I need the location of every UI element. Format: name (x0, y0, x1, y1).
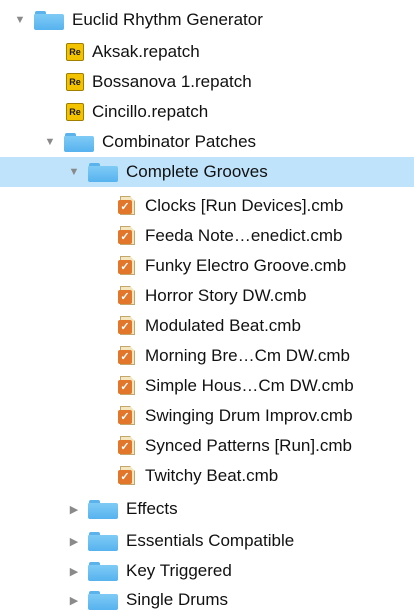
folder-icon (34, 10, 64, 30)
tree-row-label: Effects (126, 499, 178, 518)
reason-patch-icon: Re (66, 73, 84, 91)
tree-row-label: Cincillo.repatch (92, 102, 209, 121)
tree-row-label: Complete Grooves (126, 162, 268, 181)
tree-row-file[interactable]: Re Bossanova 1.repatch (0, 67, 414, 97)
file-browser-tree: ▼ Euclid Rhythm Generator Re Aksak.repat… (0, 0, 414, 610)
folder-icon (88, 531, 118, 551)
folder-icon (88, 561, 118, 581)
disclosure-triangle-icon[interactable]: ▼ (66, 164, 82, 180)
combinator-patch-icon: ✓ (118, 226, 136, 246)
combinator-patch-icon: ✓ (118, 406, 136, 426)
combinator-patch-icon: ✓ (118, 316, 136, 336)
tree-row-label: Morning Bre…Cm DW.cmb (145, 346, 350, 365)
folder-icon (88, 162, 118, 182)
tree-row-label: Horror Story DW.cmb (145, 286, 307, 305)
tree-row-file[interactable]: ✓ Morning Bre…Cm DW.cmb (0, 341, 414, 371)
combinator-patch-icon: ✓ (118, 286, 136, 306)
tree-row-file[interactable]: Re Cincillo.repatch (0, 97, 414, 127)
tree-row-file[interactable]: ✓ Synced Patterns [Run].cmb (0, 431, 414, 461)
tree-row-file[interactable]: ✓ Twitchy Beat.cmb (0, 461, 414, 491)
tree-row-file[interactable]: ✓ Clocks [Run Devices].cmb (0, 191, 414, 221)
tree-row-label: Feeda Note…enedict.cmb (145, 226, 343, 245)
disclosure-triangle-icon[interactable]: ▶ (66, 501, 82, 517)
tree-row-label: Clocks [Run Devices].cmb (145, 196, 344, 215)
disclosure-triangle-icon[interactable]: ▼ (12, 12, 28, 28)
tree-row-euclid-rhythm-generator[interactable]: ▼ Euclid Rhythm Generator (0, 5, 414, 35)
tree-row-file[interactable]: ✓ Simple Hous…Cm DW.cmb (0, 371, 414, 401)
tree-row-label: Synced Patterns [Run].cmb (145, 436, 352, 455)
tree-row-label: Single Drums (126, 590, 229, 609)
tree-row-effects[interactable]: ▶ Effects (0, 494, 414, 524)
combinator-patch-icon: ✓ (118, 346, 136, 366)
disclosure-triangle-icon[interactable]: ▶ (66, 563, 82, 579)
tree-row-file[interactable]: ✓ Feeda Note…enedict.cmb (0, 221, 414, 251)
combinator-patch-icon: ✓ (118, 196, 136, 216)
combinator-patch-icon: ✓ (118, 436, 136, 456)
tree-row-single-drums[interactable]: ▶ Single Drums (0, 585, 414, 615)
tree-row-key-triggered[interactable]: ▶ Key Triggered (0, 556, 414, 586)
tree-row-file[interactable]: ✓ Modulated Beat.cmb (0, 311, 414, 341)
disclosure-triangle-icon[interactable]: ▶ (66, 533, 82, 549)
tree-row-label: Euclid Rhythm Generator (72, 10, 263, 29)
combinator-patch-icon: ✓ (118, 256, 136, 276)
tree-row-file[interactable]: ✓ Swinging Drum Improv.cmb (0, 401, 414, 431)
tree-row-label: Aksak.repatch (92, 42, 200, 61)
tree-row-label: Essentials Compatible (126, 531, 295, 550)
tree-row-label: Bossanova 1.repatch (92, 72, 252, 91)
disclosure-triangle-icon[interactable]: ▼ (42, 134, 58, 150)
folder-icon (88, 590, 118, 610)
tree-row-combinator-patches[interactable]: ▼ Combinator Patches (0, 127, 414, 157)
combinator-patch-icon: ✓ (118, 466, 136, 486)
reason-patch-icon: Re (66, 103, 84, 121)
tree-row-label: Key Triggered (126, 561, 232, 580)
combinator-patch-icon: ✓ (118, 376, 136, 396)
folder-icon (88, 499, 118, 519)
tree-row-label: Simple Hous…Cm DW.cmb (145, 376, 354, 395)
tree-row-file[interactable]: ✓ Funky Electro Groove.cmb (0, 251, 414, 281)
tree-row-label: Swinging Drum Improv.cmb (145, 406, 353, 425)
tree-row-label: Funky Electro Groove.cmb (145, 256, 347, 275)
folder-icon (64, 132, 94, 152)
tree-row-label: Modulated Beat.cmb (145, 316, 301, 335)
reason-patch-icon: Re (66, 43, 84, 61)
disclosure-triangle-icon[interactable]: ▶ (66, 592, 82, 608)
tree-row-file[interactable]: ✓ Horror Story DW.cmb (0, 281, 414, 311)
tree-row-complete-grooves[interactable]: ▼ Complete Grooves (0, 157, 414, 187)
tree-row-file[interactable]: Re Aksak.repatch (0, 37, 414, 67)
tree-row-label: Combinator Patches (102, 132, 257, 151)
tree-row-essentials-compatible[interactable]: ▶ Essentials Compatible (0, 526, 414, 556)
tree-row-label: Twitchy Beat.cmb (145, 466, 279, 485)
